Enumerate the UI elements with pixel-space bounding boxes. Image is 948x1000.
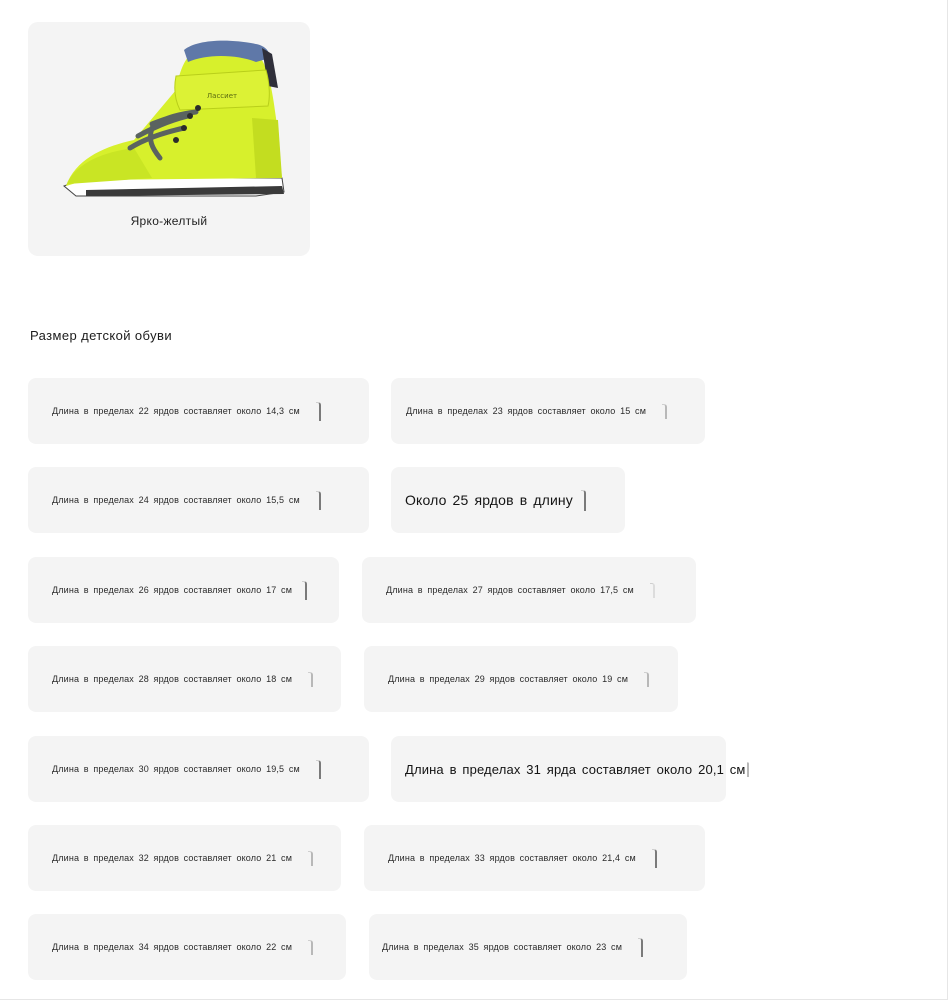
text-cursor-icon xyxy=(308,939,314,955)
size-option-24[interactable]: Длина в пределах 24 ярдов составляет око… xyxy=(28,467,369,533)
size-option-26[interactable]: Длина в пределах 26 ярдов составляет око… xyxy=(28,557,339,623)
text-cursor-icon xyxy=(662,403,668,419)
size-option-label: Длина в пределах 29 ярдов составляет око… xyxy=(388,674,629,684)
size-option-34[interactable]: Длина в пределах 34 ярдов составляет око… xyxy=(28,914,346,980)
size-option-23[interactable]: Длина в пределах 23 ярдов составляет око… xyxy=(391,378,705,444)
size-section-title: Размер детской обуви xyxy=(30,328,172,343)
size-option-label: Длина в пределах 34 ярдов составляет око… xyxy=(52,942,293,952)
color-option-label: Ярко-желтый xyxy=(130,214,208,228)
size-option-label: Длина в пределах 35 ярдов составляет око… xyxy=(382,942,623,952)
text-cursor-icon xyxy=(649,582,655,598)
text-cursor-icon xyxy=(315,490,321,510)
text-cursor-icon xyxy=(644,671,650,687)
size-option-label: Длина в пределах 27 ярдов составляет око… xyxy=(386,585,634,595)
size-option-28[interactable]: Длина в пределах 28 ярдов составляет око… xyxy=(28,646,341,712)
size-option-label: Длина в пределах 22 ярдов составляет око… xyxy=(52,406,300,416)
size-option-label: Длина в пределах 24 ярдов составляет око… xyxy=(52,495,300,505)
text-cursor-icon xyxy=(638,937,644,957)
size-option-label: Около 25 ярдов в длину xyxy=(405,492,573,508)
text-cursor-icon xyxy=(651,848,657,868)
size-option-22[interactable]: Длина в пределах 22 ярдов составляет око… xyxy=(28,378,369,444)
text-cursor-icon xyxy=(308,671,314,687)
shoe-image: Лассиет xyxy=(63,40,285,197)
size-option-29[interactable]: Длина в пределах 29 ярдов составляет око… xyxy=(364,646,678,712)
size-option-label: Длина в пределах 31 ярда составляет окол… xyxy=(405,761,746,777)
color-option-card[interactable]: Лассиет Ярко-желтый xyxy=(28,22,310,256)
svg-text:Лассиет: Лассиет xyxy=(207,92,237,100)
size-option-27[interactable]: Длина в пределах 27 ярдов составляет око… xyxy=(362,557,696,623)
text-cursor-icon xyxy=(315,759,321,779)
text-cursor-icon xyxy=(308,850,314,866)
size-option-label: Длина в пределах 28 ярдов составляет око… xyxy=(52,674,293,684)
size-option-30[interactable]: Длина в пределах 30 ярдов составляет око… xyxy=(28,736,369,802)
size-option-32[interactable]: Длина в пределах 32 ярдов составляет око… xyxy=(28,825,341,891)
text-cursor-icon xyxy=(747,761,750,777)
text-cursor-icon xyxy=(302,580,308,600)
size-option-label: Длина в пределах 26 ярдов составляет око… xyxy=(52,585,293,595)
size-option-label: Длина в пределах 33 ярдов составляет око… xyxy=(388,853,636,863)
size-option-label: Длина в пределах 30 ярдов составляет око… xyxy=(52,764,300,774)
size-option-25[interactable]: Около 25 ярдов в длину xyxy=(391,467,625,533)
size-option-35[interactable]: Длина в пределах 35 ярдов составляет око… xyxy=(369,914,687,980)
size-option-31[interactable]: Длина в пределах 31 ярда составляет окол… xyxy=(391,736,750,802)
size-option-label: Длина в пределах 23 ярдов составляет око… xyxy=(406,406,647,416)
size-option-33[interactable]: Длина в пределах 33 ярдов составляет око… xyxy=(364,825,705,891)
text-cursor-icon xyxy=(580,489,586,511)
size-option-label: Длина в пределах 32 ярдов составляет око… xyxy=(52,853,293,863)
text-cursor-icon xyxy=(315,401,321,421)
